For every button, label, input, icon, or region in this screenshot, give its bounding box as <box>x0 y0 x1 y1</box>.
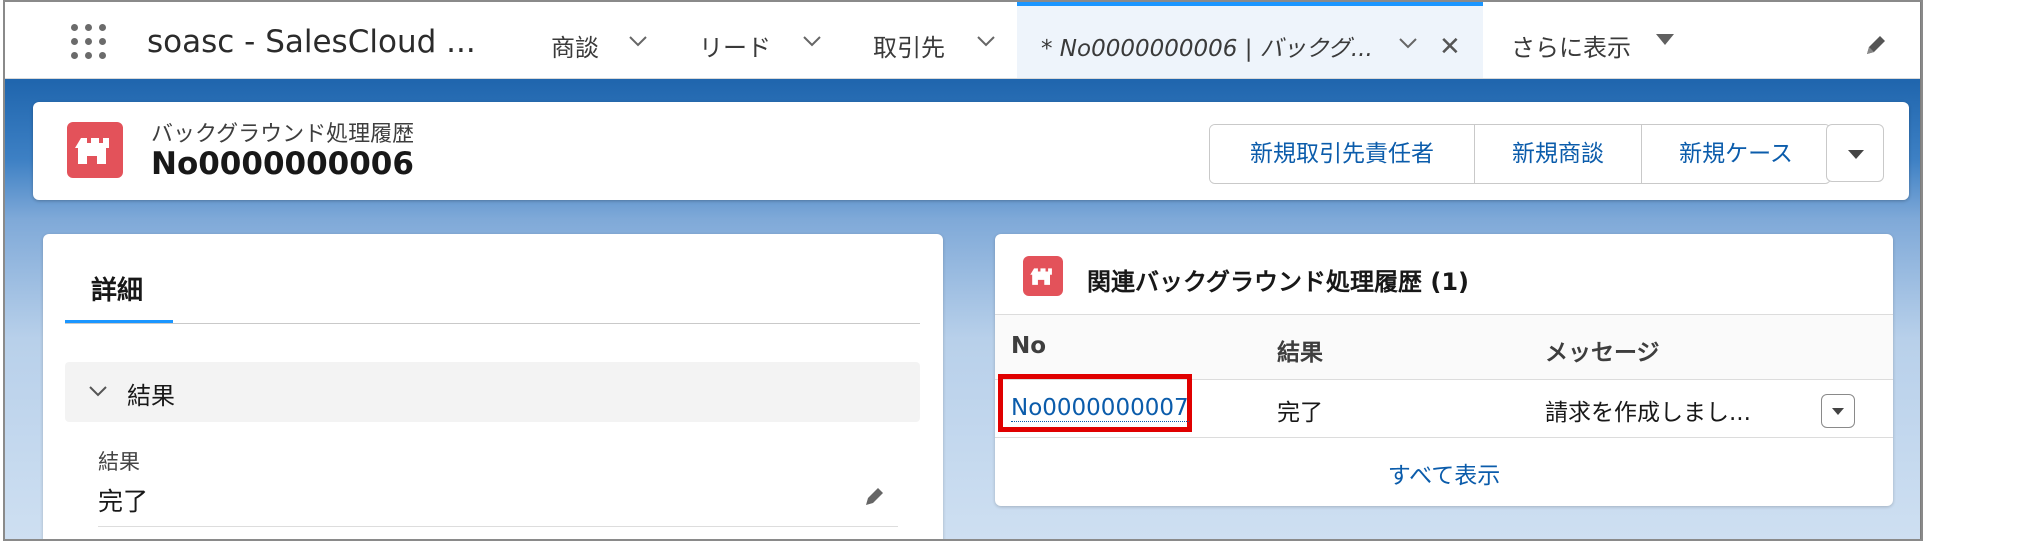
section-label: 結果 <box>127 382 175 410</box>
table-row: No0000000007 完了 請求を作成しまし... <box>995 374 1893 438</box>
edit-pencil-icon[interactable] <box>863 484 887 508</box>
app-name: soasc - SalesCloud ... <box>147 24 476 60</box>
object-label: バックグラウンド処理履歴 <box>151 122 415 147</box>
detail-card: 詳細 結果 結果 完了 <box>43 234 943 539</box>
field-value-result: 完了 <box>98 487 149 516</box>
new-contact-button[interactable]: 新規取引先責任者 <box>1210 125 1475 183</box>
scrollbar[interactable] <box>1920 2 1921 539</box>
chevron-down-icon[interactable] <box>87 380 109 402</box>
field-label-result: 結果 <box>98 450 140 474</box>
custom-object-icon <box>1023 256 1063 296</box>
app-launcher-icon[interactable] <box>71 24 113 66</box>
nav-more[interactable]: さらに表示 <box>1511 28 1631 63</box>
tab-details[interactable]: 詳細 <box>91 270 143 307</box>
active-tab-label[interactable]: * No0000000006 | バックグ... <box>1041 29 1373 63</box>
chevron-down-icon[interactable] <box>1397 32 1419 54</box>
new-case-button[interactable]: 新規ケース <box>1642 125 1830 183</box>
nav-item-leads[interactable]: リード <box>699 28 771 63</box>
related-list-card: 関連バックグラウンド処理履歴 (1) No 結果 メッセージ No0000000… <box>995 234 1893 506</box>
caret-down-icon <box>1832 408 1844 415</box>
row-actions-button[interactable] <box>1821 394 1855 428</box>
browser-frame: soasc - SalesCloud ... 商談 リード 取引先 * No00… <box>3 0 1923 541</box>
chevron-down-icon[interactable] <box>627 30 649 52</box>
view-all-link[interactable]: すべて表示 <box>995 456 1893 490</box>
caret-down-icon[interactable] <box>1656 34 1674 45</box>
global-nav: soasc - SalesCloud ... 商談 リード 取引先 * No00… <box>5 2 1921 79</box>
related-list-title[interactable]: 関連バックグラウンド処理履歴 (1) <box>1087 262 1469 297</box>
nav-item-accounts[interactable]: 取引先 <box>873 28 945 63</box>
edit-pencil-icon[interactable] <box>1863 32 1889 58</box>
action-button-group: 新規取引先責任者 新規商談 新規ケース <box>1209 124 1831 184</box>
more-actions-button[interactable] <box>1826 124 1884 182</box>
record-header: バックグラウンド処理履歴 No0000000006 新規取引先責任者 新規商談 … <box>33 102 1909 200</box>
close-icon[interactable]: ✕ <box>1439 32 1461 62</box>
tab-divider <box>65 323 920 324</box>
chevron-down-icon[interactable] <box>801 30 823 52</box>
custom-object-icon <box>67 122 123 178</box>
section-result[interactable]: 結果 <box>65 362 920 422</box>
caret-down-icon <box>1848 150 1864 159</box>
column-header-message: メッセージ <box>1545 340 1660 366</box>
cell-result: 完了 <box>1277 400 1323 426</box>
record-link[interactable]: No0000000007 <box>1011 395 1189 422</box>
field-divider <box>98 526 898 527</box>
nav-item-opportunities[interactable]: 商談 <box>551 28 599 63</box>
cell-message: 請求を作成しまし... <box>1545 400 1751 426</box>
chevron-down-icon[interactable] <box>975 30 997 52</box>
new-opportunity-button[interactable]: 新規商談 <box>1475 125 1642 183</box>
column-header-no: No <box>1011 333 1047 359</box>
table-header: No 結果 メッセージ <box>995 314 1893 380</box>
column-header-result: 結果 <box>1277 340 1323 366</box>
page-title: No0000000006 <box>151 146 414 182</box>
